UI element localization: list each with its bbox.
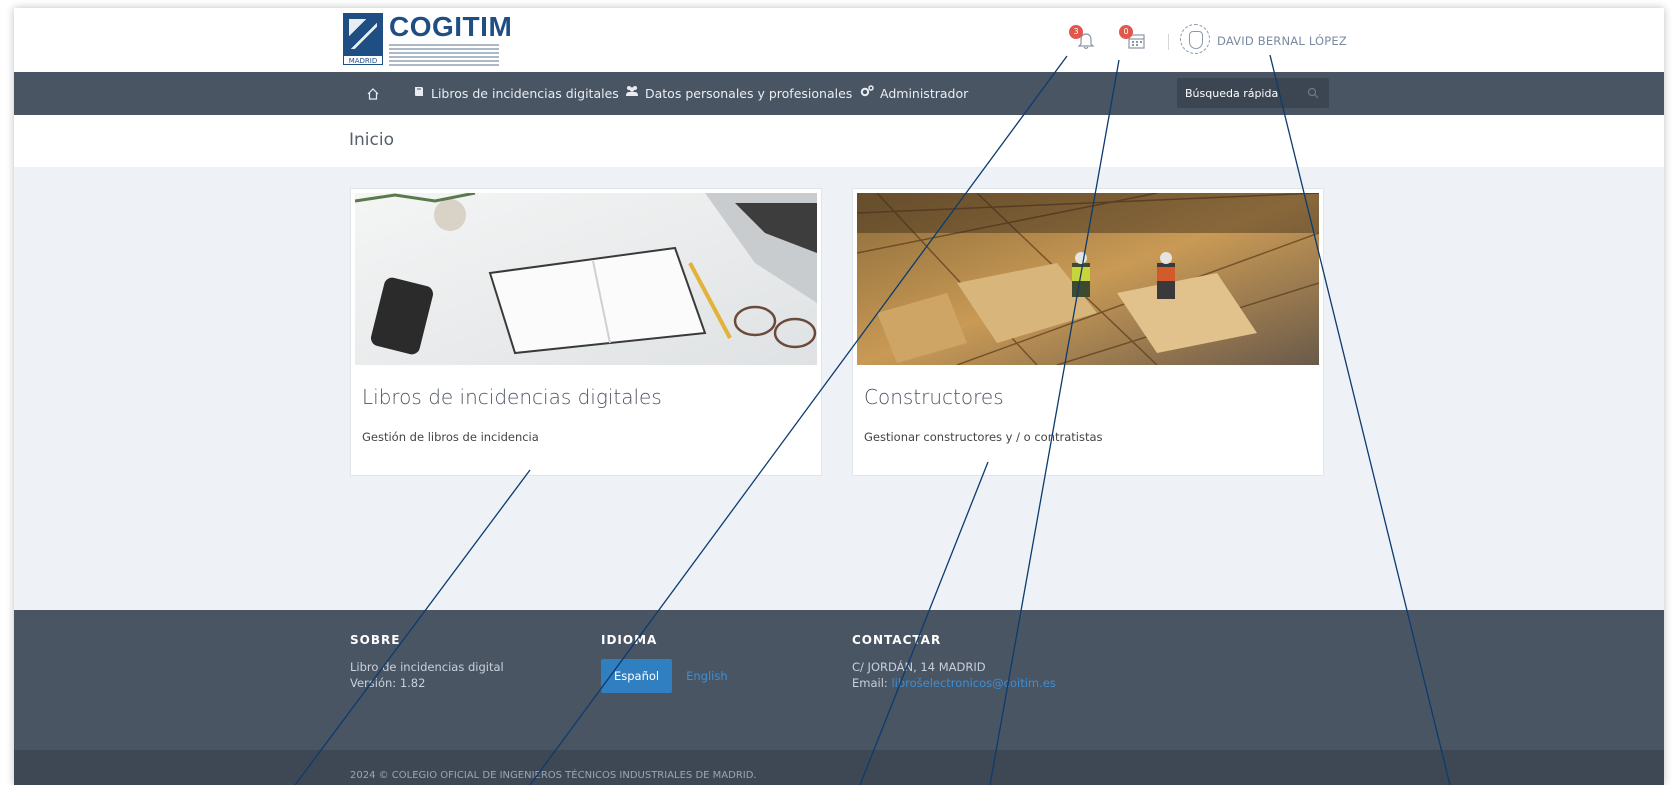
user-menu[interactable]: DAVID BERNAL LÓPEZ <box>1217 34 1347 48</box>
nav-item-label: Datos personales y profesionales <box>645 86 853 101</box>
contact-email-link[interactable]: librošelectronicos@coitim.es <box>891 676 1055 690</box>
copyright-bar: 2024 © COLEGIO OFICIAL DE INGENIEROS TÉC… <box>14 750 1664 785</box>
app-version: Versión: 1.82 <box>350 676 426 690</box>
notifications-badge: 3 <box>1069 25 1083 39</box>
main-nav: Libros de incidencias digitales Datos pe… <box>14 72 1664 115</box>
tasks-badge: 0 <box>1119 25 1133 39</box>
footer-about: SOBRE Libro de incidencias digital Versi… <box>350 633 504 691</box>
card-description: Gestión de libros de incidencia <box>362 430 539 444</box>
users-icon <box>625 72 639 115</box>
card-image-desk[interactable] <box>355 193 817 365</box>
logo-badge: MADRID <box>343 55 383 65</box>
copyright-text: 2024 © COLEGIO OFICIAL DE INGENIEROS TÉC… <box>350 770 757 781</box>
nav-item-libros[interactable]: Libros de incidencias digitales <box>413 72 619 115</box>
header: MADRID COGITIM 3 0 DAVID BERNAL LÓPEZ <box>14 8 1664 72</box>
book-icon <box>413 72 425 115</box>
app-name: Libro de incidencias digital <box>350 660 504 674</box>
quick-search[interactable] <box>1177 78 1329 108</box>
card-image-construction[interactable] <box>857 193 1319 365</box>
page-header: Inicio <box>14 115 1664 167</box>
app-window: MADRID COGITIM 3 0 DAVID BERNAL LÓPEZ Li… <box>14 8 1664 785</box>
card-title[interactable]: Libros de incidencias digitales <box>362 385 662 409</box>
card-title[interactable]: Constructores <box>864 385 1004 409</box>
footer: SOBRE Libro de incidencias digital Versi… <box>14 610 1664 750</box>
nav-item-admin[interactable]: Administrador <box>860 72 968 115</box>
card-libros[interactable]: Libros de incidencias digitales Gestión … <box>350 188 822 476</box>
footer-language: IDIOMA Español English <box>601 633 728 693</box>
nav-item-label: Libros de incidencias digitales <box>431 86 619 101</box>
nav-home[interactable] <box>366 72 380 115</box>
nav-item-datos[interactable]: Datos personales y profesionales <box>625 72 852 115</box>
notifications-button[interactable]: 3 <box>1069 25 1097 52</box>
search-input[interactable] <box>1185 78 1295 108</box>
cogitim-logo[interactable]: MADRID COGITIM <box>343 13 512 66</box>
logo-mark: MADRID <box>343 13 383 65</box>
home-icon <box>367 87 379 100</box>
card-constructores[interactable]: Constructores Gestionar constructores y … <box>852 188 1324 476</box>
footer-heading: CONTACTAR <box>852 633 942 647</box>
logo-title: COGITIM <box>389 11 513 42</box>
language-english-link[interactable]: English <box>686 669 728 683</box>
contact-address: C/ JORDÁN, 14 MADRID <box>852 660 986 674</box>
contact-email-label: Email: <box>852 676 892 690</box>
page-title: Inicio <box>349 130 394 150</box>
header-divider <box>1168 34 1169 50</box>
footer-contact: CONTACTAR C/ JORDÁN, 14 MADRID Email: li… <box>852 633 1056 691</box>
gears-icon <box>860 72 874 115</box>
search-icon[interactable] <box>1307 87 1319 99</box>
nav-item-label: Administrador <box>880 86 969 101</box>
tasks-button[interactable]: 0 <box>1119 25 1147 52</box>
logo-subtitle <box>389 44 499 66</box>
avatar[interactable] <box>1180 24 1210 54</box>
footer-heading: SOBRE <box>350 633 401 647</box>
footer-heading: IDIOMA <box>601 633 658 647</box>
language-spanish-button[interactable]: Español <box>601 659 673 693</box>
card-description: Gestionar constructores y / o contratist… <box>864 430 1103 444</box>
